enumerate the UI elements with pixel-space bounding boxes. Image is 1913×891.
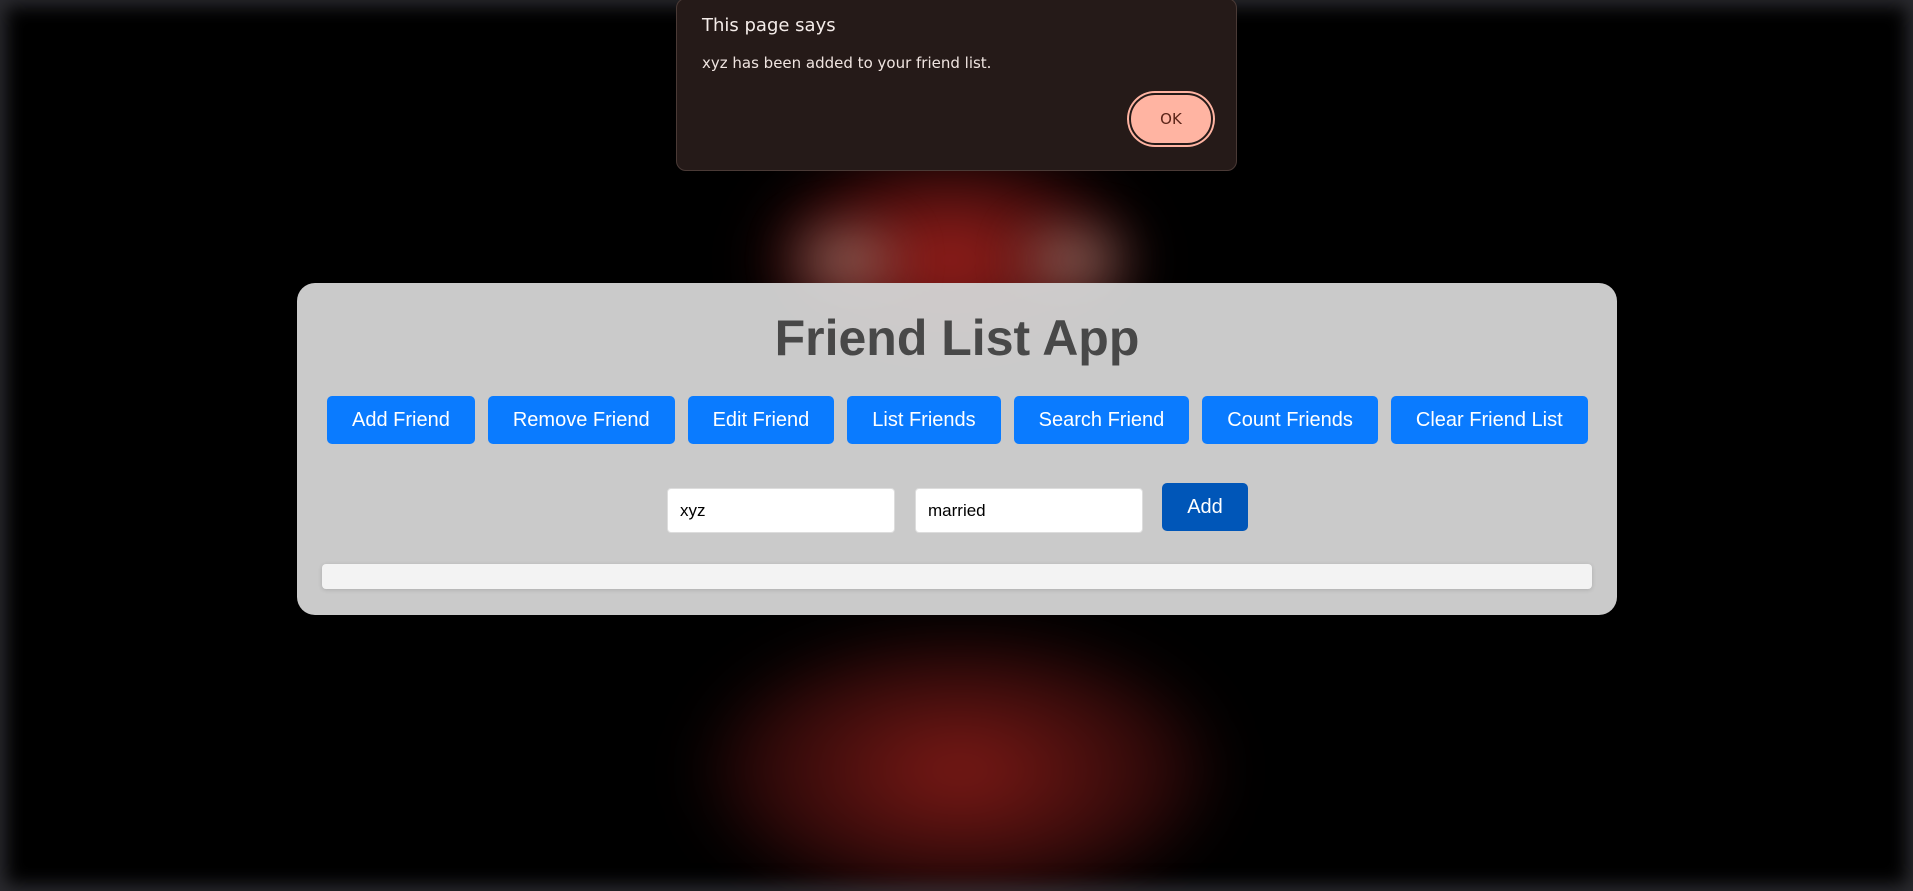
list-friends-button[interactable]: List Friends — [847, 396, 1001, 444]
edit-friend-button[interactable]: Edit Friend — [687, 396, 835, 444]
add-friend-form: Add — [297, 479, 1617, 533]
clear-friend-list-button[interactable]: Clear Friend List — [1390, 396, 1588, 444]
action-toolbar: Add Friend Remove Friend Edit Friend Lis… — [327, 396, 1588, 444]
alert-dialog: This page says xyz has been added to you… — [676, 0, 1237, 171]
count-friends-button[interactable]: Count Friends — [1202, 396, 1378, 444]
remove-friend-button[interactable]: Remove Friend — [487, 396, 675, 444]
search-friend-button[interactable]: Search Friend — [1013, 396, 1190, 444]
background-glow-bottom — [700, 630, 1220, 891]
dialog-title: This page says — [702, 15, 836, 36]
add-button[interactable]: Add — [1162, 483, 1248, 531]
background-glow-eye-right — [1030, 240, 1120, 280]
background-glow-eye-left — [800, 240, 890, 280]
friend-name-input[interactable] — [667, 488, 895, 533]
ok-button[interactable]: OK — [1129, 93, 1213, 145]
add-friend-button[interactable]: Add Friend — [327, 396, 475, 444]
dialog-message: xyz has been added to your friend list. — [702, 54, 992, 72]
friend-list-app-card: Friend List App Add Friend Remove Friend… — [297, 283, 1617, 615]
friend-status-input[interactable] — [915, 488, 1143, 533]
page-title: Friend List App — [774, 310, 1140, 366]
friend-list-output — [322, 564, 1592, 589]
